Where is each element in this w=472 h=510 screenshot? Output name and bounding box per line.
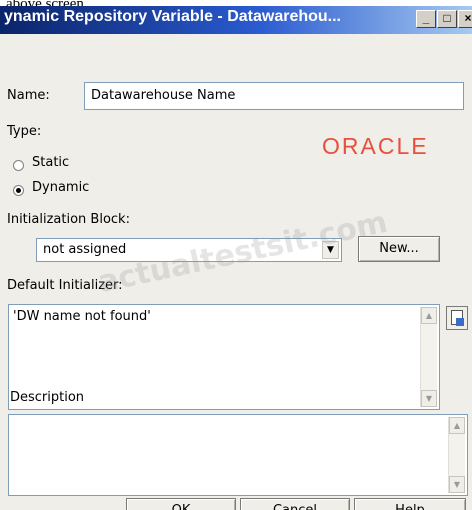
default-initializer-scrollbar[interactable]: ▲ ▼	[420, 307, 437, 407]
radio-static[interactable]	[13, 160, 24, 171]
type-label: Type:	[7, 124, 42, 139]
cancel-button[interactable]: Cancel	[240, 498, 350, 510]
window-title: ynamic Repository Variable - Datawarehou…	[4, 8, 341, 25]
name-label: Name:	[7, 88, 50, 103]
radio-static-label[interactable]: Static	[32, 155, 69, 170]
description-scrollbar[interactable]: ▲ ▼	[448, 417, 465, 493]
close-button[interactable]: ×	[458, 10, 472, 28]
scroll-down-icon[interactable]: ▼	[449, 476, 465, 493]
ok-button[interactable]: OK	[126, 498, 236, 510]
scroll-up-icon[interactable]: ▲	[449, 417, 465, 434]
maximize-button[interactable]: □	[437, 10, 457, 28]
expression-builder-button[interactable]	[446, 306, 468, 330]
name-field-value: Datawarehouse Name	[91, 88, 236, 103]
name-field[interactable]: Datawarehouse Name	[84, 82, 464, 110]
oracle-logo: ORACLE	[322, 133, 429, 159]
description-label: Description	[10, 390, 85, 405]
dialog-body: Name: Datawarehouse Name Type: Static Dy…	[0, 34, 472, 510]
help-button[interactable]: Help	[354, 498, 466, 510]
description-field[interactable]: ▲ ▼	[8, 414, 468, 496]
init-block-label: Initialization Block:	[7, 212, 130, 227]
scroll-up-icon[interactable]: ▲	[421, 307, 437, 324]
radio-dynamic-label[interactable]: Dynamic	[32, 180, 89, 195]
default-initializer-value: 'DW name not found'	[13, 309, 151, 324]
scroll-down-icon[interactable]: ▼	[421, 390, 437, 407]
init-block-value: not assigned	[43, 242, 127, 257]
radio-dynamic[interactable]	[13, 185, 24, 196]
minimize-button[interactable]: _	[416, 10, 436, 28]
window-titlebar[interactable]: ynamic Repository Variable - Datawarehou…	[0, 6, 472, 34]
